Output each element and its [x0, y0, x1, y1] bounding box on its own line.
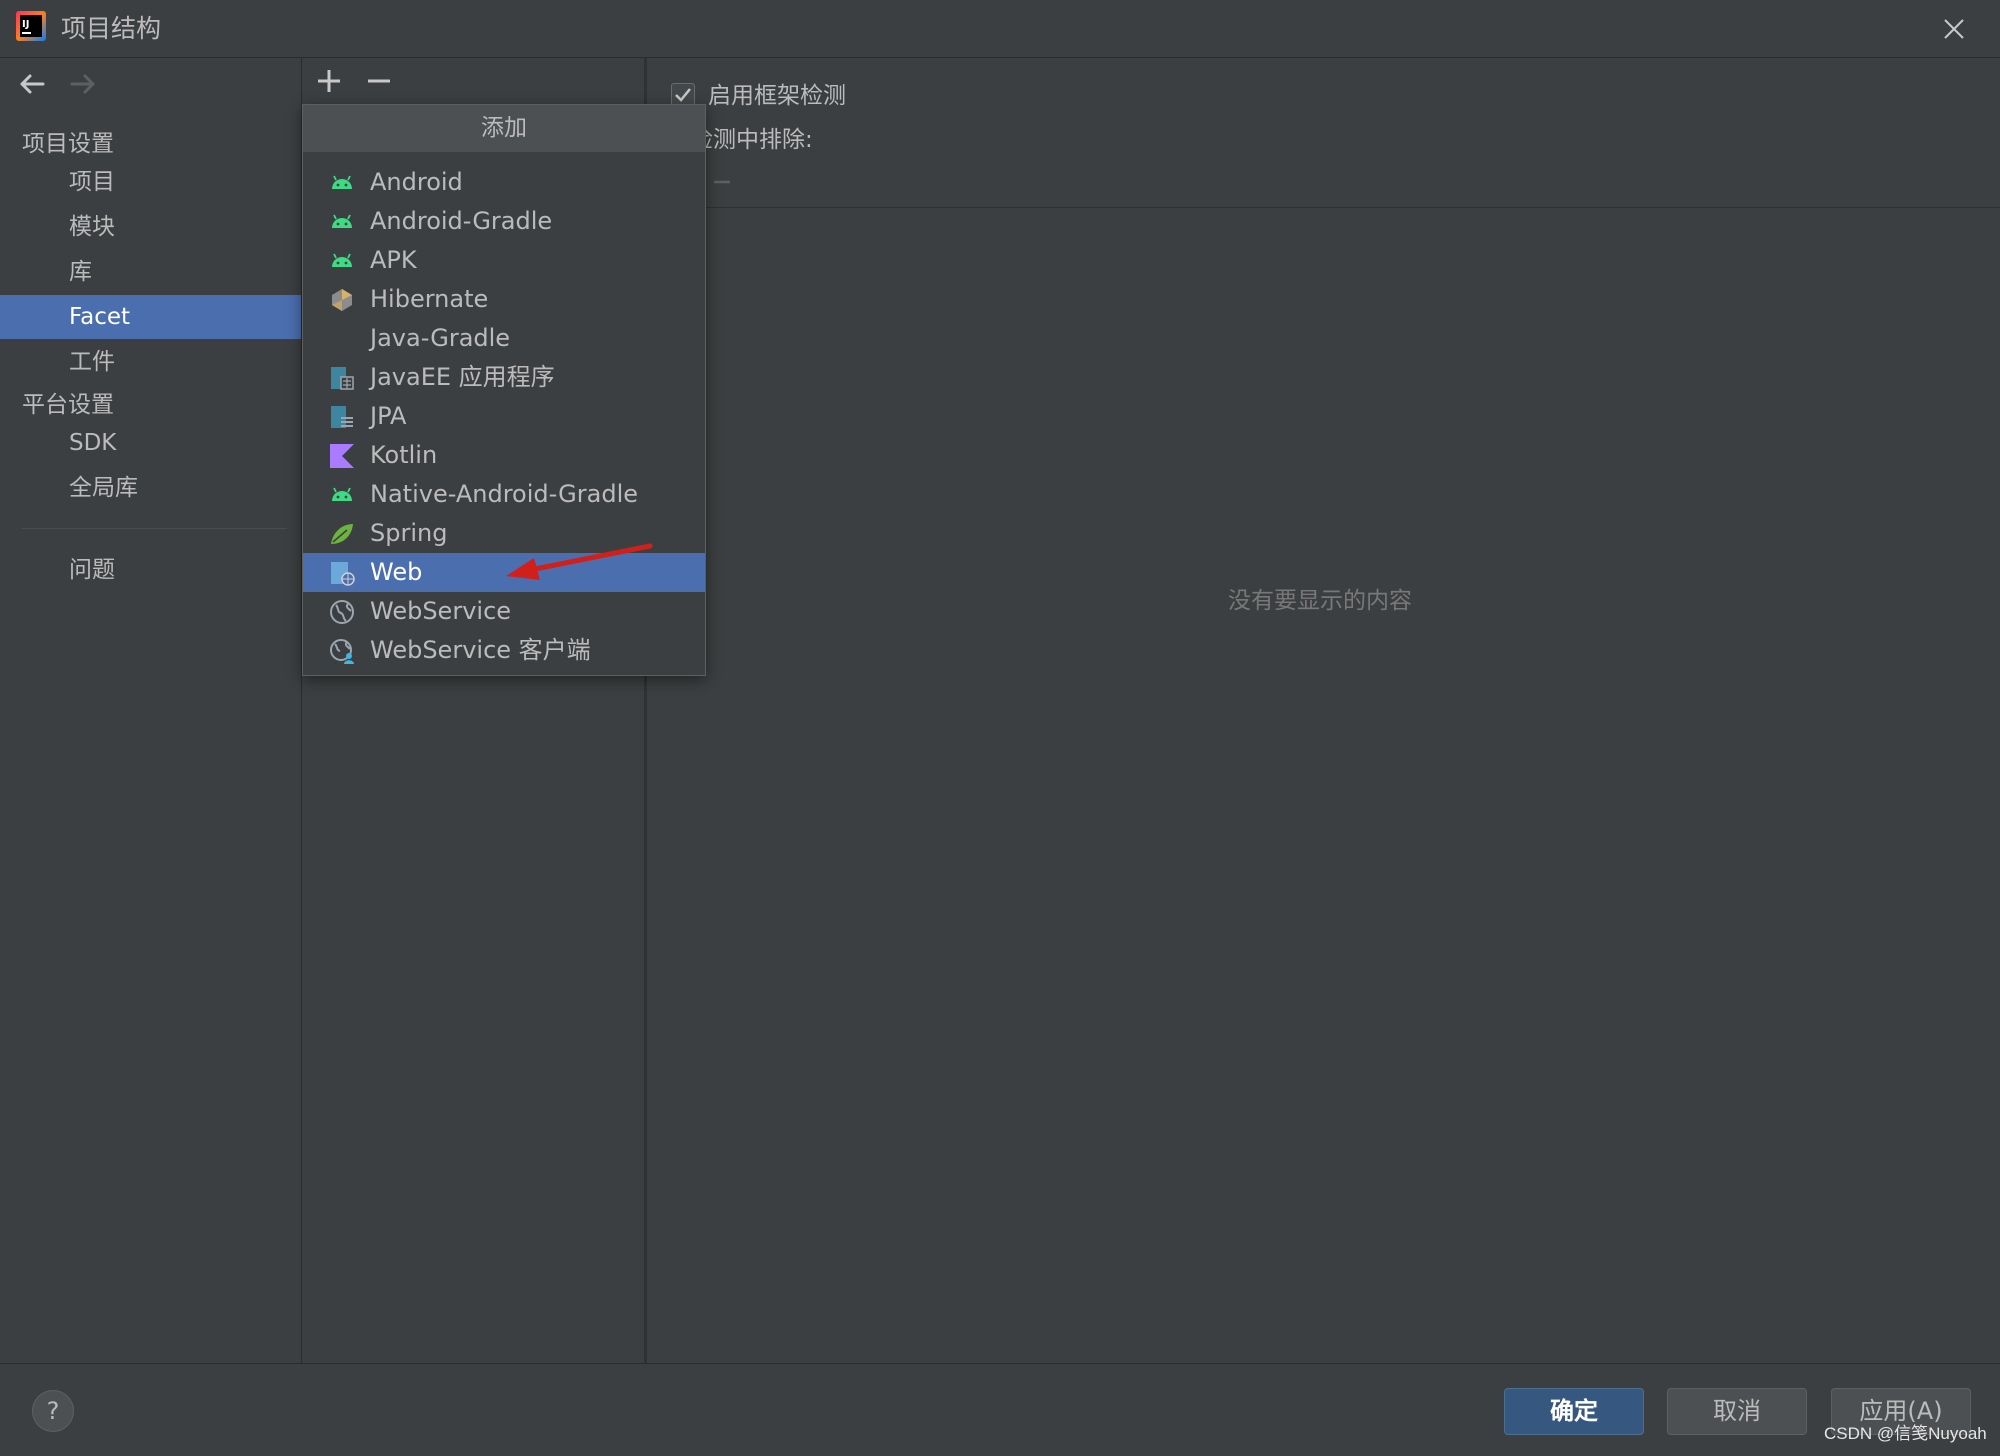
nav-divider — [22, 528, 287, 529]
nav-item-label: 模块 — [69, 214, 115, 240]
android-icon — [332, 487, 352, 501]
cancel-button[interactable]: 取消 — [1667, 1388, 1807, 1435]
menu-item-webservice-client[interactable]: WebService 客户端 — [303, 631, 705, 670]
javaee-icon — [331, 367, 354, 390]
menu-item-label: Kotlin — [370, 441, 438, 469]
popup-header: 添加 — [303, 105, 705, 152]
annotation-arrow-icon — [506, 543, 653, 580]
nav-item-artifacts[interactable]: 工件 — [0, 340, 301, 384]
title-bar — [0, 0, 2000, 58]
nav-item-global-libraries[interactable]: 全局库 — [0, 466, 301, 510]
globe-icon — [330, 600, 354, 624]
intellij-logo-icon: IJ — [16, 11, 46, 41]
web-icon — [331, 562, 355, 586]
add-facet-popup: 添加 Android Android-Gradle APK Hibernate … — [302, 104, 706, 676]
kotlin-icon — [330, 444, 354, 468]
menu-item-label: Android-Gradle — [370, 207, 553, 235]
globe-user-icon — [330, 639, 354, 664]
nav-item-problems[interactable]: 问题 — [0, 548, 301, 592]
window-title: 项目结构 — [61, 14, 162, 43]
menu-item-label: APK — [370, 246, 417, 274]
nav-item-label: 项目 — [69, 169, 115, 195]
nav-item-modules[interactable]: 模块 — [0, 205, 301, 249]
menu-item-label: Native-Android-Gradle — [370, 480, 639, 508]
svg-text:IJ: IJ — [22, 19, 29, 30]
menu-item-label: JPA — [370, 402, 407, 430]
nav-header-platform-settings: 平台设置 — [22, 392, 114, 418]
menu-item-kotlin[interactable]: Kotlin — [303, 436, 705, 475]
menu-item-label: JavaEE 应用程序 — [370, 363, 555, 391]
jpa-icon — [331, 406, 353, 428]
help-button[interactable]: ? — [32, 1390, 74, 1432]
nav-header-project-settings: 项目设置 — [22, 131, 114, 157]
spring-leaf-icon — [331, 524, 353, 544]
menu-item-label: Java-Gradle — [370, 324, 511, 352]
facet-detail-panel — [648, 58, 2000, 1363]
nav-item-label: Facet — [69, 304, 131, 330]
nav-item-project[interactable]: 项目 — [0, 160, 301, 204]
menu-item-java-gradle[interactable]: Java-Gradle — [303, 319, 705, 358]
nav-item-label: 库 — [69, 259, 92, 285]
nav-item-label: SDK — [69, 430, 117, 456]
ok-button[interactable]: 确定 — [1504, 1388, 1644, 1435]
menu-item-webservice[interactable]: WebService — [303, 592, 705, 631]
nav-item-sdk[interactable]: SDK — [0, 421, 301, 465]
menu-item-label: Web — [370, 558, 423, 586]
menu-item-javaee-application[interactable]: JavaEE 应用程序 — [303, 358, 705, 397]
exclude-divider — [706, 207, 2000, 208]
watermark-text: CSDN @信笺Nuyoah — [1824, 1424, 1987, 1443]
nav-item-label: 问题 — [69, 557, 115, 583]
android-icon — [332, 253, 352, 267]
menu-item-jpa[interactable]: JPA — [303, 397, 705, 436]
nav-item-libraries[interactable]: 库 — [0, 250, 301, 294]
settings-nav-panel: 项目设置 项目 模块 库 Facet 工件 平台设置 SDK 全局库 问题 — [0, 58, 302, 1363]
menu-item-android[interactable]: Android — [303, 163, 705, 202]
menu-item-apk[interactable]: APK — [303, 241, 705, 280]
empty-state-text: 没有要显示的内容 — [1228, 588, 1412, 614]
forward-arrow-icon[interactable] — [66, 67, 100, 101]
framework-detection-label: 启用框架检测 — [708, 83, 846, 109]
menu-item-hibernate[interactable]: Hibernate — [303, 280, 705, 319]
menu-item-label: Spring — [370, 519, 448, 547]
nav-item-label: 全局库 — [69, 475, 138, 501]
android-icon — [332, 214, 352, 228]
exclude-from-detection-label: 检测中排除: — [690, 127, 813, 153]
menu-item-android-gradle[interactable]: Android-Gradle — [303, 202, 705, 241]
checkmark-icon — [675, 88, 691, 102]
menu-item-label: WebService — [370, 597, 512, 625]
exclude-remove-icon[interactable] — [710, 170, 734, 194]
back-arrow-icon[interactable] — [15, 67, 49, 101]
android-icon — [332, 175, 352, 189]
menu-item-label: WebService 客户端 — [370, 636, 591, 664]
nav-item-facets[interactable]: Facet — [0, 295, 301, 339]
menu-item-label: Hibernate — [370, 285, 489, 313]
close-icon[interactable] — [1935, 10, 1973, 48]
menu-item-label: Android — [370, 168, 463, 196]
hibernate-icon — [332, 289, 352, 311]
nav-item-label: 工件 — [69, 349, 115, 375]
menu-item-native-android-gradle[interactable]: Native-Android-Gradle — [303, 475, 705, 514]
add-icon[interactable] — [312, 64, 346, 98]
remove-icon[interactable] — [362, 64, 396, 98]
